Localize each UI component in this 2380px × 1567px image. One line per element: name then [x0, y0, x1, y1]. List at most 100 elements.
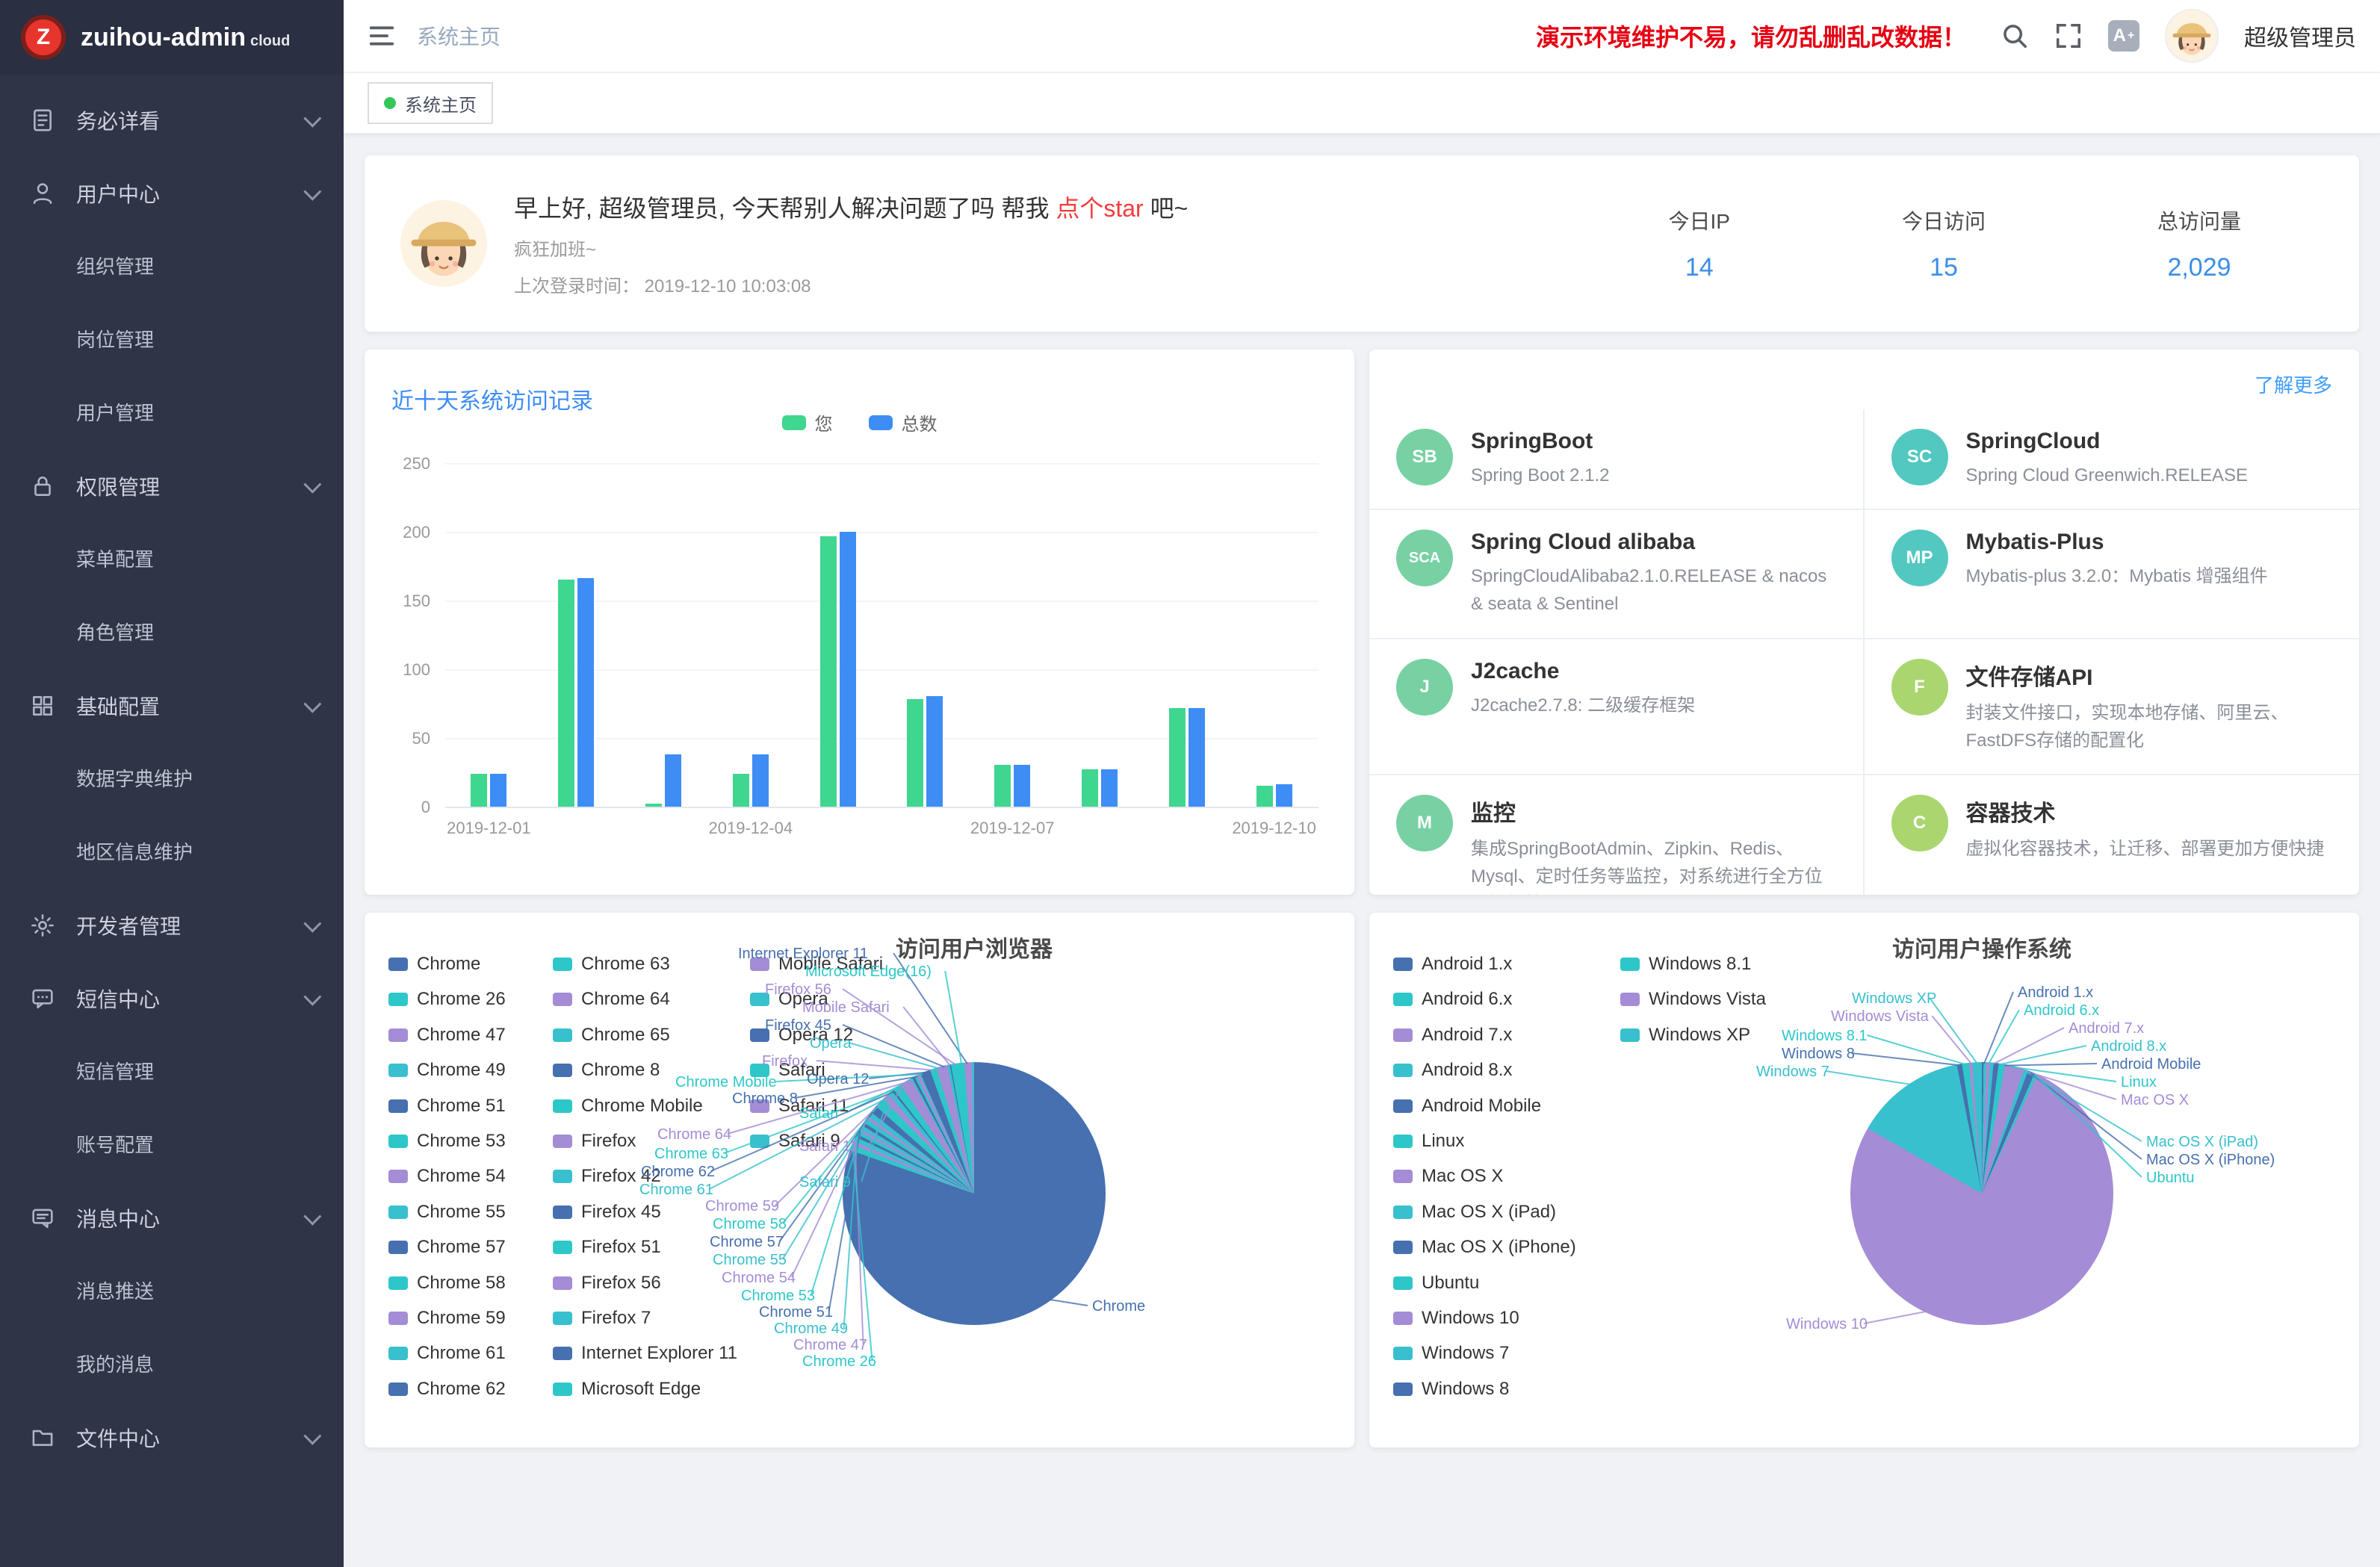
legend-item[interactable]: Windows 8 — [1393, 1380, 1576, 1399]
sidebar-subitem[interactable]: 数据字典维护 — [0, 742, 344, 816]
pie-callout-label: Safari 9 — [799, 1174, 851, 1191]
legend-item[interactable]: Firefox 7 — [553, 1309, 737, 1328]
legend-item[interactable]: Chrome 55 — [388, 1203, 506, 1222]
search-icon[interactable] — [2001, 22, 2029, 50]
sidebar-item[interactable]: 文件中心 — [0, 1401, 344, 1474]
fullscreen-icon[interactable] — [2054, 22, 2083, 50]
legend-item[interactable]: Chrome 57 — [388, 1238, 506, 1257]
last-login-label: 上次登录时间： — [514, 276, 639, 297]
logo-text: zuihou-admincloud — [81, 23, 290, 52]
legend-item[interactable]: Chrome 63 — [553, 955, 737, 974]
framework-item: C容器技术虚拟化容器技术，让迁移、部署更加方便快捷 — [1865, 775, 2360, 895]
sidebar-item[interactable]: 消息中心 — [0, 1182, 344, 1255]
legend-item[interactable]: Linux — [1393, 1132, 1576, 1151]
legend-item[interactable]: Chrome 64 — [553, 990, 737, 1009]
pie-callout-label: Windows 8.1 — [1782, 1028, 1868, 1045]
pie-callout-label: Linux — [2121, 1074, 2157, 1091]
legend-item[interactable]: Android 1.x — [1393, 955, 1576, 974]
sidebar-subitem[interactable]: 角色管理 — [0, 596, 344, 669]
y-axis-tick: 50 — [388, 729, 430, 748]
pie-callout-label: Firefox 56 — [765, 981, 831, 999]
bar-segment — [820, 536, 837, 807]
legend-item[interactable]: Firefox 56 — [553, 1273, 737, 1293]
legend-item[interactable]: Chrome 53 — [388, 1132, 506, 1151]
legend-item[interactable]: Chrome 54 — [388, 1167, 506, 1186]
tab-home[interactable]: 系统主页 — [368, 82, 493, 124]
sidebar-item[interactable]: 基础配置 — [0, 669, 344, 742]
pie-chart[interactable] — [1850, 1062, 2113, 1325]
collapse-sidebar-icon[interactable] — [368, 22, 396, 50]
sidebar-subitem[interactable]: 岗位管理 — [0, 303, 344, 376]
legend-item[interactable]: Chrome — [388, 955, 506, 974]
legend-item[interactable]: Windows XP — [1620, 1025, 1766, 1045]
breadcrumb: 系统主页 — [417, 21, 501, 51]
framework-item: M监控集成SpringBootAdmin、Zipkin、Redis、Mysql、… — [1369, 775, 1865, 895]
legend-item[interactable]: Mac OS X — [1393, 1167, 1576, 1186]
sidebar-subitem[interactable]: 地区信息维护 — [0, 816, 344, 889]
legend-item[interactable]: Android 8.x — [1393, 1061, 1576, 1080]
bar-segment — [1189, 708, 1205, 807]
legend-item[interactable]: Windows 10 — [1393, 1309, 1576, 1328]
y-axis-tick: 200 — [388, 523, 430, 542]
app-root: Z zuihou-admincloud 务必详看用户中心组织管理岗位管理用户管理… — [0, 0, 2380, 1567]
legend-item[interactable]: Chrome Mobile — [553, 1096, 737, 1116]
legend-item[interactable]: Chrome 65 — [553, 1025, 737, 1045]
bar-chart[interactable]: 0501001502002502019-12-012019-12-042019-… — [388, 463, 1330, 854]
sidebar-subitem[interactable]: 消息推送 — [0, 1255, 344, 1328]
pie-callout-label: Chrome 62 — [641, 1164, 715, 1181]
sidebar-subitem[interactable]: 组织管理 — [0, 230, 344, 303]
tab-active-dot — [384, 97, 396, 109]
learn-more-link[interactable]: 了解更多 — [2255, 374, 2332, 397]
chevron-down-icon — [303, 914, 321, 932]
legend-item[interactable]: Chrome 62 — [388, 1380, 506, 1399]
logo-icon: Z — [21, 15, 66, 60]
chevron-down-icon — [303, 695, 321, 713]
main-content: 早上好, 超级管理员, 今天帮别人解决问题了吗 帮我 点个star 吧~ 疯狂加… — [344, 134, 2380, 1567]
legend-item[interactable]: Chrome 51 — [388, 1096, 506, 1116]
framework-item: MPMybatis-PlusMybatis-plus 3.2.0：Mybatis… — [1865, 510, 2360, 639]
sidebar-item-label: 权限管理 — [76, 471, 160, 501]
legend-item[interactable]: 总数 — [869, 409, 938, 435]
bar-segment — [490, 774, 506, 807]
bar-chart-legend: 您 总数 — [365, 409, 1354, 435]
legend-item[interactable]: Chrome 61 — [388, 1344, 506, 1363]
font-size-icon[interactable]: A+ — [2108, 20, 2139, 52]
legend-item[interactable]: Android 6.x — [1393, 990, 1576, 1009]
legend-item[interactable]: Ubuntu — [1393, 1273, 1576, 1293]
sidebar-subitem[interactable]: 账号配置 — [0, 1108, 344, 1182]
legend-item[interactable]: Mac OS X (iPad) — [1393, 1203, 1576, 1222]
sidebar-subitem[interactable]: 菜单配置 — [0, 523, 344, 596]
logo-suffix-text: cloud — [250, 33, 290, 49]
sidebar-item[interactable]: 权限管理 — [0, 450, 344, 523]
legend-item[interactable]: Android Mobile — [1393, 1096, 1576, 1116]
greeting-card: 早上好, 超级管理员, 今天帮别人解决问题了吗 帮我 点个star 吧~ 疯狂加… — [365, 155, 2359, 332]
legend-item[interactable]: Windows 8.1 — [1620, 955, 1766, 974]
sidebar-item[interactable]: 用户中心 — [0, 157, 344, 230]
sidebar-item[interactable]: 务必详看 — [0, 84, 344, 157]
sidebar-item[interactable]: 短信中心 — [0, 962, 344, 1035]
legend-item[interactable]: Chrome 26 — [388, 990, 506, 1009]
legend-item[interactable]: Chrome 59 — [388, 1309, 506, 1328]
framework-desc: Spring Boot 2.1.2 — [1471, 462, 1609, 489]
sidebar-subitem[interactable]: 我的消息 — [0, 1328, 344, 1401]
legend-item[interactable]: Windows Vista — [1620, 990, 1766, 1009]
sidebar-subitem[interactable]: 用户管理 — [0, 376, 344, 450]
legend-item[interactable]: Mac OS X (iPhone) — [1393, 1238, 1576, 1257]
legend-item[interactable]: Chrome 47 — [388, 1025, 506, 1045]
legend-item[interactable]: Internet Explorer 11 — [553, 1344, 737, 1363]
bar-segment — [665, 754, 681, 807]
x-axis-tick: 2019-12-01 — [447, 819, 531, 838]
legend-item[interactable]: Microsoft Edge — [553, 1380, 737, 1399]
legend-item[interactable]: Chrome 49 — [388, 1061, 506, 1080]
user-avatar[interactable] — [2165, 9, 2219, 63]
sidebar-subitem[interactable]: 短信管理 — [0, 1035, 344, 1108]
legend-item[interactable]: Windows 7 — [1393, 1344, 1576, 1363]
legend-item[interactable]: 您 — [782, 409, 833, 435]
legend-item[interactable]: Chrome 58 — [388, 1273, 506, 1293]
legend-item[interactable]: Android 7.x — [1393, 1025, 1576, 1045]
last-login-line: 上次登录时间： 2019-12-10 10:03:08 — [514, 271, 1188, 297]
framework-badge: C — [1891, 795, 1948, 851]
greeting-text-block: 早上好, 超级管理员, 今天帮别人解决问题了吗 帮我 点个star 吧~ 疯狂加… — [514, 190, 1188, 297]
sidebar-item[interactable]: 开发者管理 — [0, 889, 344, 962]
star-link[interactable]: 点个star — [1056, 195, 1143, 222]
